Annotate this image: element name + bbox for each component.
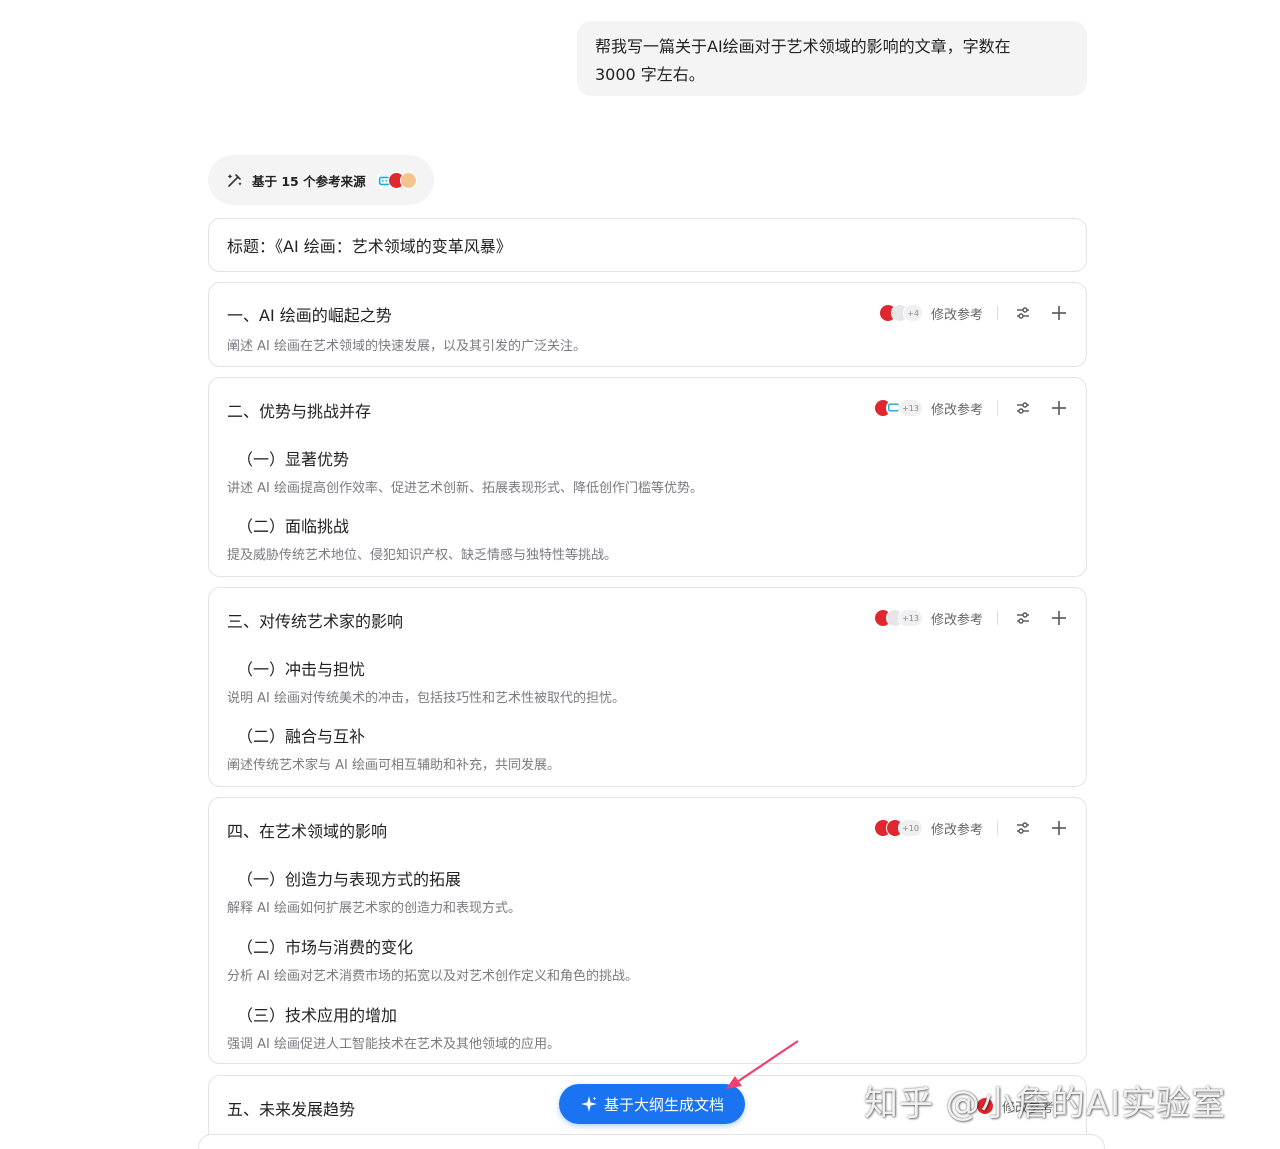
adjust-sliders-icon[interactable] <box>1014 304 1032 322</box>
adjust-sliders-icon[interactable] <box>1014 609 1032 627</box>
subsection-description: 提及威胁传统艺术地位、侵犯知识产权、缺乏情感与独特性等挑战。 <box>227 548 618 563</box>
toolbar-divider <box>997 306 998 320</box>
section-heading: 二、优势与挑战并存 <box>227 402 372 421</box>
subsection-description: 分析 AI 绘画对艺术消费市场的拓宽以及对艺术创作定义和角色的挑战。 <box>227 969 638 984</box>
section-toolbar: +4 修改参考 <box>879 301 1068 325</box>
adjust-sliders-icon[interactable] <box>1014 399 1032 417</box>
user-message-line1: 帮我写一篇关于AI绘画对于艺术领域的影响的文章，字数在 <box>595 37 1011 56</box>
modify-references-button[interactable]: 修改参考 <box>931 304 983 323</box>
section-heading: 五、未来发展趋势 <box>227 1100 356 1119</box>
toolbar-divider <box>997 611 998 625</box>
toolbar-divider <box>997 821 998 835</box>
article-title: 标题：《AI 绘画：艺术领域的变革风暴》 <box>227 237 512 256</box>
modify-references-button[interactable]: 修改参考 <box>931 819 983 838</box>
reference-avatars[interactable]: +13 <box>874 399 923 417</box>
source-avatars <box>375 171 417 189</box>
magic-wand-icon <box>227 174 242 187</box>
source-orange-icon <box>399 171 417 189</box>
add-icon[interactable] <box>1050 609 1068 627</box>
modify-references-button[interactable]: 修改参考 <box>931 609 983 628</box>
reference-count: +13 <box>898 609 923 627</box>
subsection-title: （二）融合与互补 <box>237 727 366 746</box>
reference-count: +10 <box>898 819 923 837</box>
references-label: 基于 15 个参考来源 <box>252 173 366 189</box>
add-icon[interactable] <box>1050 819 1068 837</box>
reference-count: +13 <box>898 399 923 417</box>
reference-avatars[interactable]: +10 <box>874 819 923 837</box>
generate-document-label: 基于大纲生成文档 <box>603 1095 724 1114</box>
title-card[interactable]: 标题：《AI 绘画：艺术领域的变革风暴》 <box>208 218 1087 272</box>
modify-references-button[interactable]: 修改参考 <box>931 399 983 418</box>
section-heading: 四、在艺术领域的影响 <box>227 822 388 841</box>
user-message-bubble: 帮我写一篇关于AI绘画对于艺术领域的影响的文章，字数在 3000 字左右。 <box>577 21 1087 96</box>
annotation-arrow-icon <box>726 1040 799 1089</box>
reference-avatars[interactable]: +13 <box>874 609 923 627</box>
section-card-2[interactable]: 二、优势与挑战并存 +13 修改参考 （一）显著优势 讲述 AI 绘画提高创作效… <box>208 377 1087 577</box>
add-icon[interactable] <box>1050 399 1068 417</box>
user-message-line2: 3000 字左右。 <box>595 65 705 84</box>
toolbar-divider <box>997 401 998 415</box>
subsection-title: （二）面临挑战 <box>237 517 350 536</box>
section-toolbar: +13 修改参考 <box>874 606 1068 630</box>
subsection-title: （一）冲击与担忧 <box>237 660 366 679</box>
section-heading: 三、对传统艺术家的影响 <box>227 612 404 631</box>
section-toolbar: +10 修改参考 <box>874 816 1068 840</box>
section-description: 阐述 AI 绘画在艺术领域的快速发展，以及其引发的广泛关注。 <box>227 339 586 354</box>
references-pill[interactable]: 基于 15 个参考来源 <box>208 155 434 205</box>
add-icon[interactable] <box>1050 304 1068 322</box>
subsection-description: 强调 AI 绘画促进人工智能技术在艺术及其他领域的应用。 <box>227 1037 560 1052</box>
subsection-description: 说明 AI 绘画对传统美术的冲击，包括技巧性和艺术性被取代的担忧。 <box>227 691 625 706</box>
reference-avatars[interactable]: +4 <box>879 304 923 322</box>
watermark: 知乎 @小詹的AI实验室 <box>864 1084 1227 1124</box>
subsection-description: 阐述传统艺术家与 AI 绘画可相互辅助和补充，共同发展。 <box>227 758 560 773</box>
section-card-1[interactable]: 一、AI 绘画的崛起之势 +4 修改参考 阐述 AI 绘画在艺术领域的快速发展，… <box>208 282 1087 367</box>
section-card-3[interactable]: 三、对传统艺术家的影响 +13 修改参考 （一）冲击与担忧 说明 AI 绘画对传… <box>208 587 1087 787</box>
chat-input-bar[interactable] <box>198 1134 1105 1149</box>
subsection-title: （三）技术应用的增加 <box>237 1006 398 1025</box>
subsection-title: （二）市场与消费的变化 <box>237 938 414 957</box>
section-card-4[interactable]: 四、在艺术领域的影响 +10 修改参考 （一）创造力与表现方式的拓展 解释 AI… <box>208 797 1087 1064</box>
section-heading: 一、AI 绘画的崛起之势 <box>227 306 392 325</box>
subsection-title: （一）显著优势 <box>237 450 350 469</box>
subsection-description: 解释 AI 绘画如何扩展艺术家的创造力和表现方式。 <box>227 901 521 916</box>
reference-count: +4 <box>903 304 923 322</box>
section-toolbar: +13 修改参考 <box>874 396 1068 420</box>
subsection-description: 讲述 AI 绘画提高创作效率、促进艺术创新、拓展表现形式、降低创作门槛等优势。 <box>227 481 703 496</box>
subsection-title: （一）创造力与表现方式的拓展 <box>237 870 462 889</box>
adjust-sliders-icon[interactable] <box>1014 819 1032 837</box>
generate-document-button[interactable]: 基于大纲生成文档 <box>559 1084 745 1124</box>
sparkle-icon <box>580 1096 597 1112</box>
